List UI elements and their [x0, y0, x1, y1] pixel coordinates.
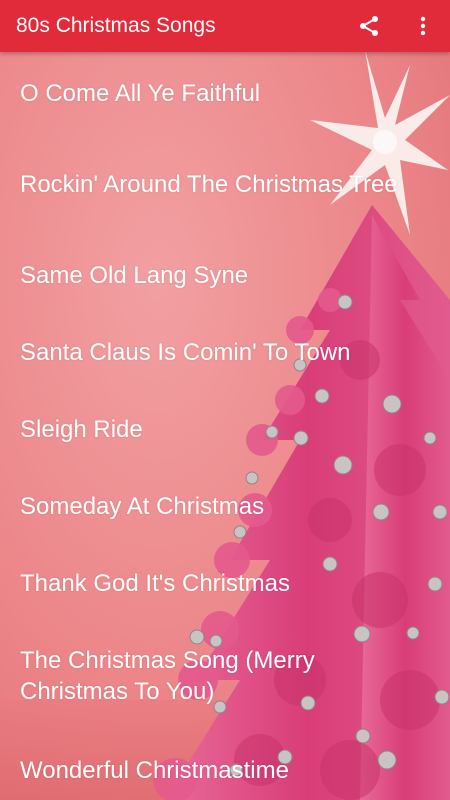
- app-screen: 80s Christmas Songs O Come All Ye Faithf…: [0, 0, 450, 800]
- song-list-item[interactable]: Santa Claus Is Comin' To Town: [0, 317, 450, 387]
- song-list-item[interactable]: Rockin' Around The Christmas Tree: [0, 136, 450, 232]
- app-title: 80s Christmas Songs: [16, 14, 216, 37]
- song-list-item[interactable]: Same Old Lang Syne: [0, 240, 450, 310]
- song-list-item[interactable]: Someday At Christmas: [0, 471, 450, 541]
- song-title: Same Old Lang Syne: [20, 261, 249, 289]
- song-title: O Come All Ye Faithful: [20, 79, 261, 107]
- more-vert-icon: [420, 16, 426, 36]
- song-list-item[interactable]: Wonderful Christmastime: [0, 735, 450, 800]
- app-bar: 80s Christmas Songs: [0, 0, 450, 52]
- song-list: O Come All Ye Faithful Rockin' Around Th…: [0, 52, 450, 800]
- song-title: Santa Claus Is Comin' To Town: [20, 338, 351, 366]
- song-list-item[interactable]: The Christmas Song (Merry Christmas To Y…: [0, 622, 450, 730]
- song-list-item[interactable]: Thank God It's Christmas: [0, 548, 450, 618]
- more-options-button[interactable]: [405, 8, 441, 44]
- song-title: Someday At Christmas: [20, 492, 265, 520]
- song-title: Wonderful Christmastime: [20, 756, 289, 784]
- share-button[interactable]: [351, 8, 387, 44]
- song-title: Sleigh Ride: [20, 415, 143, 443]
- song-title: Thank God It's Christmas: [20, 569, 290, 597]
- share-icon: [360, 16, 378, 36]
- song-title: Rockin' Around The Christmas Tree: [20, 170, 398, 198]
- song-list-item[interactable]: O Come All Ye Faithful: [0, 58, 450, 128]
- song-title: The Christmas Song (Merry Christmas To Y…: [20, 647, 315, 705]
- song-list-item[interactable]: Sleigh Ride: [0, 394, 450, 464]
